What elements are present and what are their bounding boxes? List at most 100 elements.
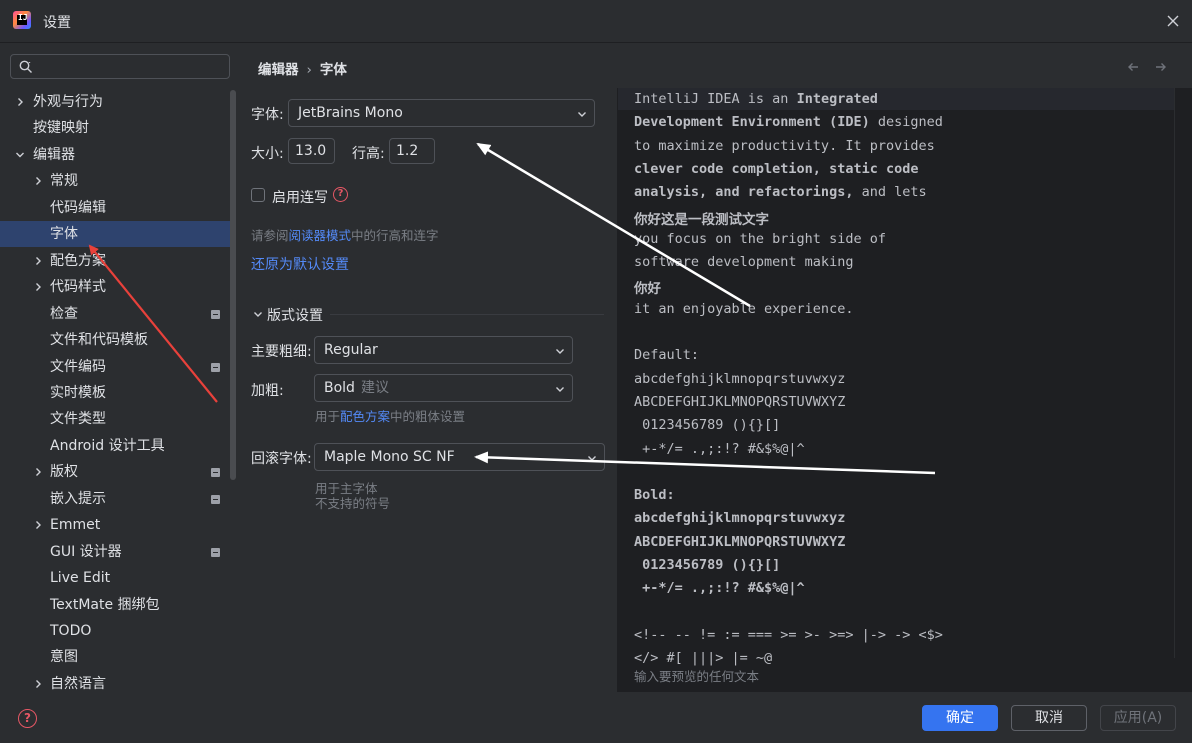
preview-line: software development making <box>634 254 854 271</box>
color-scheme-link[interactable]: 配色方案 <box>340 409 390 424</box>
size-field[interactable]: 13.0 <box>288 138 335 164</box>
sidebar-item[interactable]: 文件和代码模板 <box>0 327 230 353</box>
chevron-down-icon <box>556 349 564 354</box>
chevron-right-icon[interactable] <box>32 274 44 300</box>
bold-weight-hint: 建议 <box>360 380 389 396</box>
sidebar-item-label: Live Edit <box>50 570 111 587</box>
sidebar-item[interactable]: Live Edit <box>0 565 230 591</box>
preview-line: you focus on the bright side of <box>634 230 886 247</box>
chevron-right-icon[interactable] <box>32 512 44 538</box>
typography-section-title[interactable]: 版式设置 <box>267 305 323 325</box>
search-input[interactable] <box>39 57 224 76</box>
chevron-right-icon[interactable] <box>32 168 44 194</box>
bold-weight-combo[interactable]: Bold 建议 <box>314 374 573 402</box>
apply-button[interactable]: 应用(A) <box>1100 705 1176 731</box>
preview-line: Development Environment (IDE) designed <box>634 114 943 131</box>
preview-scrollbar[interactable] <box>1174 88 1192 658</box>
fallback-font-combo[interactable]: Maple Mono SC NF <box>314 443 605 471</box>
settings-search[interactable] <box>10 54 230 79</box>
main-weight-combo[interactable]: Regular <box>314 336 573 364</box>
sidebar-item-label: 代码编辑 <box>50 199 106 216</box>
sidebar-item[interactable]: Android 设计工具 <box>0 433 230 459</box>
sidebar-item[interactable]: 代码样式 <box>0 274 230 300</box>
sidebar-item[interactable]: 字体 <box>0 221 230 248</box>
restore-defaults-link[interactable]: 还原为默认设置 <box>251 254 349 274</box>
sidebar-item-label: 文件和代码模板 <box>50 332 148 349</box>
sidebar-item-label: Emmet <box>50 517 101 534</box>
preview-line: to maximize productivity. It provides <box>634 137 935 154</box>
project-scope-icon <box>211 494 220 504</box>
preview-line: ABCDEFGHIJKLMNOPQRSTUVWXYZ <box>634 393 846 410</box>
sidebar-item-label: 检查 <box>50 305 78 322</box>
sidebar-item[interactable]: GUI 设计器 <box>0 539 230 565</box>
preview-line: ABCDEFGHIJKLMNOPQRSTUVWXYZ <box>634 533 846 550</box>
sidebar-item-label: 字体 <box>50 226 78 243</box>
chevron-right-icon[interactable] <box>14 89 26 115</box>
chevron-right-icon[interactable] <box>32 248 44 274</box>
chevron-down-icon <box>556 387 564 392</box>
sidebar-item-label: TODO <box>50 623 92 639</box>
project-scope-icon <box>211 468 220 478</box>
ligatures-help-icon[interactable]: ? <box>333 187 348 202</box>
sidebar-item[interactable]: 代码编辑 <box>0 195 230 221</box>
sidebar-item[interactable]: 检查 <box>0 301 230 327</box>
sidebar-item-label: 编辑器 <box>33 146 75 163</box>
help-icon[interactable]: ? <box>18 709 37 728</box>
chevron-right-icon[interactable] <box>32 459 44 485</box>
preview-line: abcdefghijklmnopqrstuvwxyz <box>634 510 846 527</box>
sidebar-item[interactable]: 文件类型 <box>0 406 230 432</box>
fallback-font-label: 回滚字体: <box>251 451 312 467</box>
ligatures-label[interactable]: 启用连写 <box>272 187 328 207</box>
sidebar-item[interactable]: 嵌入提示 <box>0 486 230 512</box>
breadcrumb: 编辑器 › 字体 <box>258 58 347 78</box>
chevron-right-icon[interactable] <box>32 671 44 694</box>
title-bar: IJ 设置 <box>0 0 1192 42</box>
sidebar-item[interactable]: 按键映射 <box>0 115 230 141</box>
font-preview-editor[interactable]: IntelliJ IDEA is an Integrated Developmen… <box>618 88 1192 692</box>
sidebar-item[interactable]: 文件编码 <box>0 354 230 380</box>
ok-button[interactable]: 确定 <box>922 705 998 731</box>
chevron-down-icon <box>588 456 596 461</box>
bold-weight-note: 用于配色方案中的粗体设置 <box>315 409 466 424</box>
sidebar-item[interactable]: 外观与行为 <box>0 89 230 115</box>
sidebar-item[interactable]: 版权 <box>0 459 230 485</box>
sidebar-item-label: 按键映射 <box>33 120 89 137</box>
sidebar-item[interactable]: TODO <box>0 618 230 644</box>
breadcrumb-separator: › <box>306 62 312 78</box>
sidebar-item[interactable]: 编辑器 <box>0 142 230 168</box>
sidebar-item-label: 常规 <box>50 173 78 190</box>
forward-arrow-icon[interactable] <box>1154 60 1168 74</box>
sidebar-item-label: 外观与行为 <box>33 94 103 110</box>
history-nav <box>1126 60 1168 74</box>
sidebar-item[interactable]: TextMate 捆绑包 <box>0 592 230 618</box>
sidebar-item-label: 代码样式 <box>50 279 106 296</box>
preview-line: abcdefghijklmnopqrstuvwxyz <box>634 370 846 387</box>
chevron-down-icon[interactable] <box>252 308 264 320</box>
cancel-button[interactable]: 取消 <box>1011 705 1087 731</box>
main-weight-value: Regular <box>324 342 378 358</box>
font-combo[interactable]: JetBrains Mono <box>288 99 595 127</box>
sidebar-item[interactable]: Emmet <box>0 512 230 538</box>
breadcrumb-parent[interactable]: 编辑器 <box>258 62 299 78</box>
chevron-down-icon[interactable] <box>14 142 26 168</box>
settings-tree: 外观与行为按键映射编辑器常规代码编辑字体配色方案代码样式检查文件和代码模板 文件编… <box>0 88 238 694</box>
ligatures-checkbox[interactable] <box>251 188 265 202</box>
close-icon[interactable] <box>1164 12 1182 30</box>
sidebar-item[interactable]: 常规 <box>0 168 230 194</box>
preview-line: <!-- -- != := === >= >- >=> |-> -> <$> <box>634 626 943 643</box>
sidebar-item[interactable]: 意图 <box>0 644 230 670</box>
sidebar-item-label: 版权 <box>50 464 78 481</box>
sidebar-item-label: 文件编码 <box>50 358 106 375</box>
chevron-down-icon <box>578 112 586 117</box>
sidebar-item-label: 文件类型 <box>50 411 106 428</box>
sidebar-scrollbar[interactable] <box>230 90 236 480</box>
line-height-field[interactable]: 1.2 <box>389 138 435 164</box>
sidebar-item[interactable]: 配色方案 <box>0 248 230 274</box>
sidebar-item[interactable]: 自然语言 <box>0 671 230 694</box>
size-label: 大小: <box>251 146 284 162</box>
sidebar-item[interactable]: 实时模板 <box>0 380 230 406</box>
fallback-note-line2: 不支持的符号 <box>315 496 391 511</box>
back-arrow-icon[interactable] <box>1126 60 1140 74</box>
reader-mode-link[interactable]: 阅读器模式 <box>289 228 352 243</box>
preview-line: it an enjoyable experience. <box>634 300 854 317</box>
